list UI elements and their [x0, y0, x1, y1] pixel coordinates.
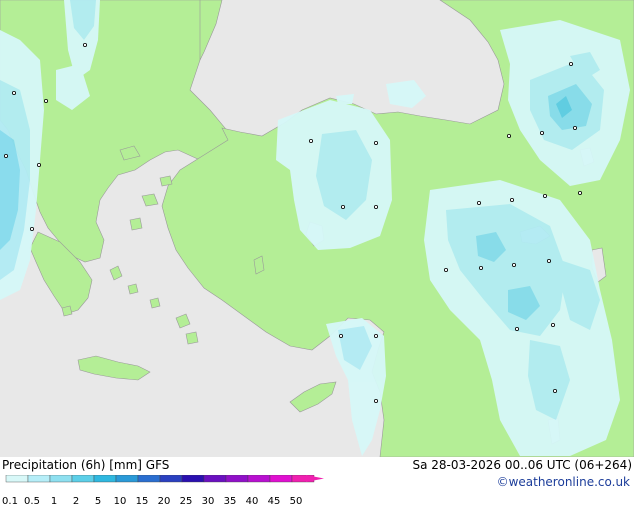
- color-scale-swatch: [93, 475, 117, 483]
- color-scale-swatch: [137, 475, 161, 483]
- color-scale-bar: [5, 475, 324, 483]
- footer-bar: Precipitation (6h) [mm] GFS Sa 28-03-202…: [0, 457, 634, 507]
- chart-frame: Precipitation (6h) [mm] GFS Sa 28-03-202…: [0, 0, 634, 507]
- color-scale-arrow: [306, 475, 324, 482]
- color-scale-swatch: [269, 475, 293, 483]
- color-scale-swatch: [5, 475, 29, 483]
- valid-time: Sa 28-03-2026 00..06 UTC (06+264): [412, 458, 632, 472]
- color-scale-label: 0.5: [24, 496, 40, 507]
- color-scale-label: 30: [201, 496, 215, 507]
- color-scale-label: 20: [157, 496, 171, 507]
- color-scale-label: 2: [72, 496, 80, 507]
- color-scale-swatch: [247, 475, 271, 483]
- chart-title: Precipitation (6h) [mm] GFS: [2, 458, 170, 472]
- color-scale-label: 0.1: [2, 496, 18, 507]
- color-scale-label: 10: [113, 496, 127, 507]
- color-scale-swatch: [203, 475, 227, 483]
- color-scale-label: 50: [289, 496, 303, 507]
- color-scale-swatch: [225, 475, 249, 483]
- color-scale-label: 45: [267, 496, 281, 507]
- color-scale-label: 15: [135, 496, 149, 507]
- color-scale-swatch: [181, 475, 205, 483]
- color-scale-label: 35: [223, 496, 237, 507]
- color-scale-label: 40: [245, 496, 259, 507]
- color-scale-swatch: [115, 475, 139, 483]
- color-scale-swatch: [159, 475, 183, 483]
- color-scale: 0.1 0.5 1 2 5 10 15 20 25 30 35 40 45 50: [2, 473, 332, 507]
- precipitation-map[interactable]: [0, 0, 634, 457]
- color-scale-swatch: [27, 475, 51, 483]
- color-scale-swatch: [71, 475, 95, 483]
- color-scale-label: 1: [50, 496, 58, 507]
- color-scale-label: 5: [94, 496, 102, 507]
- color-scale-swatch: [49, 475, 73, 483]
- copyright-link[interactable]: ©weatheronline.co.uk: [497, 475, 630, 489]
- color-scale-label: 25: [179, 496, 193, 507]
